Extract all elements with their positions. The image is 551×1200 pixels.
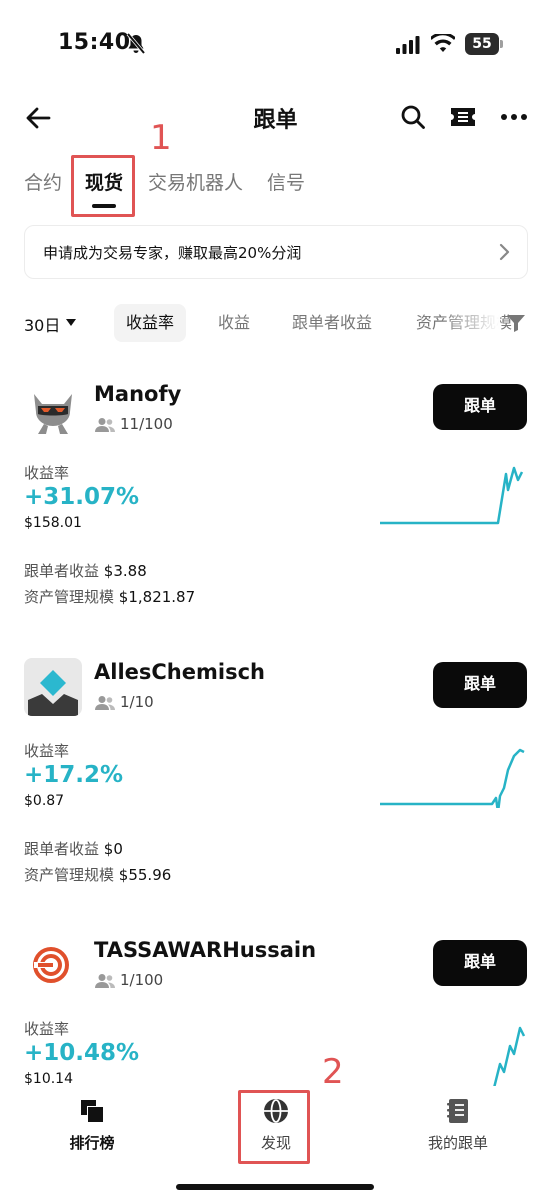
chevron-right-icon: [499, 243, 510, 261]
pnl-value: $0.87: [24, 793, 65, 809]
assets-under-management: 资产管理规模 $1,821.87: [24, 586, 195, 607]
trader-card[interactable]: TASSAWARHussain 1/100 跟单 收益率 +10.48% $10…: [0, 926, 551, 1088]
roi-value: +31.07%: [24, 484, 140, 510]
copier-pnl-value: $3.88: [103, 562, 147, 580]
tab-trading-bots[interactable]: 交易机器人: [148, 168, 243, 195]
period-select[interactable]: 30日: [24, 312, 60, 336]
copy-trade-button[interactable]: 跟单: [433, 384, 527, 430]
annotation-number-1: 1: [150, 118, 172, 158]
trader-card[interactable]: AllesChemisch 1/10 跟单 收益率 +17.2% $0.87 跟…: [0, 648, 551, 908]
tab-signals[interactable]: 信号: [267, 168, 305, 195]
aum-value: $55.96: [118, 866, 172, 884]
sort-chip-pnl[interactable]: 收益: [206, 304, 262, 342]
roi-label: 收益率: [24, 742, 70, 760]
search-icon[interactable]: [400, 104, 426, 130]
users-icon: [95, 974, 115, 988]
users-icon: [95, 696, 115, 710]
trader-name[interactable]: AllesChemisch: [94, 660, 265, 684]
copier-pnl: 跟单者收益 $3.88: [24, 560, 147, 581]
cat-avatar-icon: [24, 380, 82, 438]
assets-under-management: 资产管理规模 $55.96: [24, 864, 171, 885]
aum-label: 资产管理规模: [24, 866, 115, 884]
banner-text: 申请成为交易专家，赚取最高20%分润: [43, 244, 302, 262]
more-icon[interactable]: [500, 106, 528, 128]
annotation-box-1: [71, 155, 135, 217]
tab-futures[interactable]: 合约: [24, 168, 62, 195]
nav-my-copy-trades-label: 我的跟单: [427, 1134, 488, 1152]
pnl-value: $10.14: [24, 1071, 73, 1087]
followers-count: 11/100: [120, 415, 173, 433]
ticket-icon[interactable]: [450, 106, 476, 128]
diamond-avatar-icon: [24, 658, 82, 716]
filter-icon[interactable]: [507, 314, 525, 332]
leaderboard-icon: [81, 1100, 103, 1122]
home-indicator: [176, 1184, 374, 1190]
notebook-icon: [447, 1099, 468, 1123]
roi-value: +17.2%: [24, 762, 124, 788]
battery-indicator: 55: [465, 33, 503, 55]
annotation-box-2: [238, 1090, 310, 1164]
expert-application-banner[interactable]: 申请成为交易专家，赚取最高20%分润: [24, 225, 528, 279]
nav-leaderboard-label: 排行榜: [69, 1134, 115, 1152]
sort-chip-roi[interactable]: 收益率: [114, 304, 187, 342]
copier-pnl-value: $0: [103, 840, 123, 858]
header: 跟单: [0, 92, 551, 144]
wifi-icon: [431, 34, 455, 52]
caret-down-icon: [66, 319, 76, 326]
aum-label: 资产管理规模: [24, 588, 115, 606]
battery-tip: [500, 40, 503, 48]
aum-value: $1,821.87: [118, 588, 196, 606]
battery-level: 55: [465, 33, 499, 55]
sort-chip-copier-pnl[interactable]: 跟单者收益: [280, 304, 384, 342]
bell-off-icon: [126, 33, 146, 55]
copier-pnl: 跟单者收益 $0: [24, 838, 123, 859]
status-bar: 15:40 55: [0, 0, 551, 92]
trader-name[interactable]: TASSAWARHussain: [94, 938, 316, 962]
users-icon: [95, 418, 115, 432]
roi-sparkline: [493, 1026, 526, 1086]
roi-label: 收益率: [24, 464, 70, 482]
pnl-value: $158.01: [24, 515, 82, 531]
trader-card[interactable]: Manofy 11/100 跟单 收益率 +31.07% $158.01 跟单者…: [0, 370, 551, 630]
trader-avatar: [24, 936, 82, 994]
followers-count: 1/10: [120, 693, 154, 711]
chips-fade: [440, 300, 500, 346]
sort-filters: 30日 收益率 收益 跟单者收益 资产管理规模: [0, 300, 551, 346]
copier-pnl-label: 跟单者收益: [24, 840, 100, 858]
copy-trade-button[interactable]: 跟单: [433, 940, 527, 986]
copier-pnl-label: 跟单者收益: [24, 562, 100, 580]
roi-sparkline: [380, 466, 524, 525]
roi-label: 收益率: [24, 1020, 70, 1038]
copy-trade-button[interactable]: 跟单: [433, 662, 527, 708]
roi-sparkline: [380, 748, 525, 808]
ring-logo-avatar-icon: [24, 936, 82, 994]
nav-my-copy-trades[interactable]: 我的跟单: [398, 1098, 518, 1153]
status-time: 15:40: [58, 30, 131, 55]
trader-avatar: [24, 380, 82, 438]
roi-value: +10.48%: [24, 1040, 140, 1066]
trader-name[interactable]: Manofy: [94, 382, 181, 406]
trader-avatar: [24, 658, 82, 716]
annotation-number-2: 2: [322, 1052, 344, 1092]
nav-leaderboard[interactable]: 排行榜: [32, 1098, 152, 1153]
followers-count: 1/100: [120, 971, 164, 989]
signal-icon: [396, 36, 420, 54]
